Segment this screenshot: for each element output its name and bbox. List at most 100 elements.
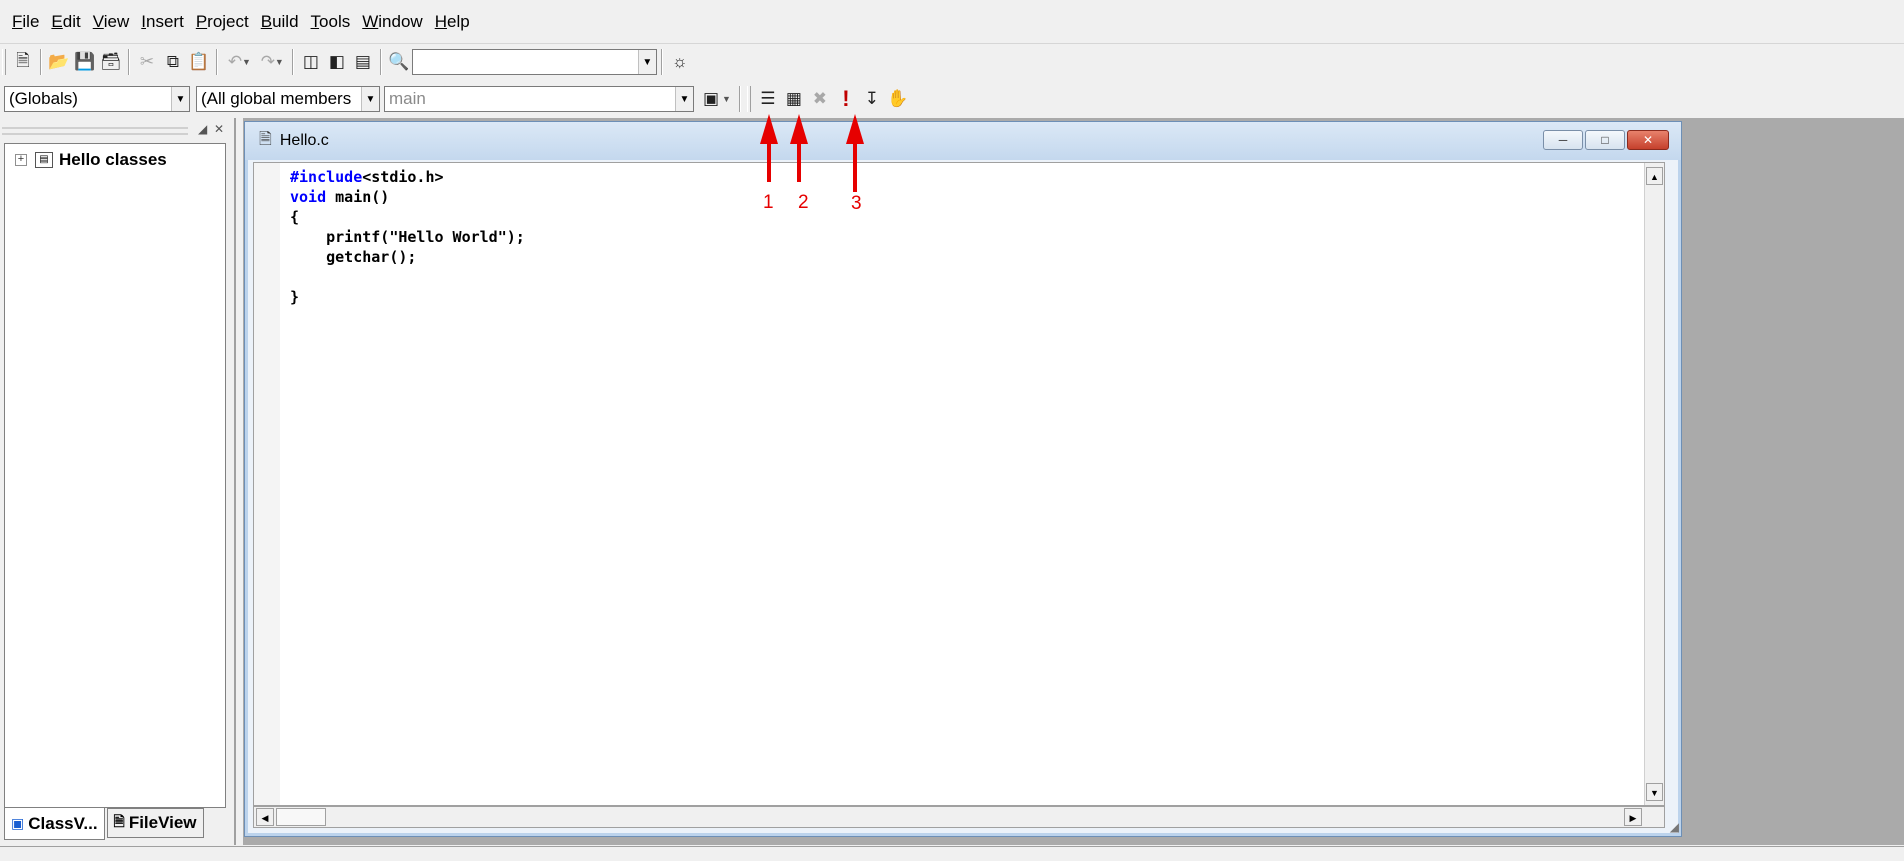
scroll-down-icon[interactable]: ▼	[1646, 783, 1663, 801]
maximize-button[interactable]: □	[1585, 130, 1625, 150]
source-code[interactable]: #include<stdio.h> void main(){ printf("He…	[290, 167, 525, 307]
menu-insert[interactable]: Insert	[135, 7, 190, 37]
menu-help[interactable]: Help	[429, 7, 476, 37]
breakpoint-hand-icon[interactable]: ✋	[885, 85, 911, 113]
code-keyword: #include	[290, 168, 363, 186]
code-editor[interactable]: #include<stdio.h> void main(){ printf("He…	[253, 162, 1665, 806]
code-keyword: void	[290, 188, 327, 206]
annotation-label: 2	[798, 192, 809, 213]
code-line[interactable]	[290, 267, 525, 287]
annotation-label: 1	[763, 192, 774, 213]
horizontal-scrollbar[interactable]: ◀ ▶	[253, 806, 1665, 828]
workspace-pane-caption: ◢ ✕	[2, 122, 228, 138]
classes-icon: ▤	[35, 152, 53, 168]
find-combo[interactable]: ▼	[411, 49, 657, 75]
class-tree: + ▤ Hello classes	[4, 143, 226, 808]
paste-icon[interactable]: 📋	[186, 48, 212, 76]
window-list-icon[interactable]: ▤	[350, 48, 376, 76]
window-buttons: ─ □ ✕	[1541, 130, 1669, 150]
pane-grip[interactable]	[2, 127, 188, 135]
member-combo-value: main	[389, 89, 426, 108]
menu-tools[interactable]: Tools	[305, 7, 357, 37]
menu-file[interactable]: File	[6, 7, 45, 37]
resize-grip-icon[interactable]: ◢	[1670, 820, 1679, 834]
menu-bar: File Edit View Insert Project Build Tool…	[0, 0, 1904, 44]
menu-build[interactable]: Build	[255, 7, 305, 37]
scroll-right-icon[interactable]: ▶	[1624, 808, 1642, 826]
code-text: }	[290, 288, 300, 306]
toolbar-grip[interactable]	[2, 49, 6, 75]
chevron-down-icon[interactable]: ▼	[361, 87, 379, 111]
editor-title: Hello.c	[279, 132, 329, 149]
find-in-files-icon[interactable]: 🔍	[386, 48, 412, 76]
menu-view[interactable]: View	[87, 7, 136, 37]
class-combo[interactable]: (Globals) ▼	[4, 86, 190, 112]
code-line[interactable]: getchar();	[290, 247, 525, 267]
expand-plus-icon[interactable]: +	[15, 154, 27, 166]
standard-toolbar: 🗎 📂 💾 🗃 ✂ ⧉ 📋 ↶ ▼ ↷ ▼ ◫ ◧ ▤ 🔍 ▼ ☼	[0, 45, 760, 79]
chevron-down-icon[interactable]: ▼	[637, 50, 656, 74]
cut-icon[interactable]: ✂	[134, 48, 160, 76]
vertical-scrollbar[interactable]: ▲ ▼	[1644, 163, 1664, 805]
filter-combo[interactable]: (All global members ▼	[196, 86, 380, 112]
toolbar-separator	[738, 86, 741, 112]
toolbar-separator	[40, 49, 42, 75]
scroll-left-icon[interactable]: ◀	[256, 808, 274, 826]
close-button[interactable]: ✕	[1627, 130, 1669, 150]
toolbar-separator	[216, 49, 218, 75]
tab-fileview-label: FileView	[128, 813, 197, 832]
stop-build-icon[interactable]: ✖	[807, 85, 833, 113]
menu-project[interactable]: Project	[190, 7, 255, 37]
code-line[interactable]: }	[290, 287, 525, 307]
chevron-down-icon[interactable]: ▼	[171, 87, 189, 111]
document-icon: 🗎	[259, 130, 272, 148]
member-combo[interactable]: main ▼	[384, 86, 694, 112]
code-text: <stdio.h>	[362, 168, 444, 186]
output-window-icon[interactable]: ◧	[324, 48, 350, 76]
copy-icon[interactable]: ⧉	[160, 48, 186, 76]
wizard-toolbar: (Globals) ▼ (All global members ▼ main ▼…	[0, 82, 935, 116]
go-debug-icon[interactable]: ↧	[859, 85, 885, 113]
annotation-label: 3	[851, 193, 862, 214]
save-all-icon[interactable]: 🗃	[98, 48, 124, 76]
code-text: {	[290, 208, 300, 226]
code-line[interactable]: void main()	[290, 187, 525, 207]
menu-window[interactable]: Window	[356, 7, 428, 37]
scroll-thumb[interactable]	[276, 808, 326, 826]
undo-dropdown-icon[interactable]: ▼	[242, 57, 251, 67]
tab-classview-label: ClassV...	[28, 813, 98, 833]
wizard-action-icon[interactable]: ▣	[698, 85, 724, 113]
workspace-window-icon[interactable]: ◫	[298, 48, 324, 76]
chevron-down-icon[interactable]: ▼	[675, 87, 693, 111]
scroll-up-icon[interactable]: ▲	[1646, 167, 1663, 185]
toolbar-separator	[379, 49, 382, 75]
toolbar-separator	[660, 49, 663, 75]
execute-icon[interactable]: !	[833, 85, 859, 113]
compile-icon[interactable]: ☰	[755, 85, 781, 113]
toolbar-grip[interactable]	[746, 86, 751, 112]
redo-dropdown-icon[interactable]: ▼	[275, 57, 284, 67]
open-folder-icon[interactable]: 📂	[46, 48, 72, 76]
fileview-icon: 🗎	[113, 813, 125, 829]
editor-titlebar[interactable]: 🗎 Hello.c ─ □ ✕	[245, 122, 1681, 160]
code-line[interactable]: #include<stdio.h>	[290, 167, 525, 187]
save-icon[interactable]: 💾	[72, 48, 98, 76]
find-binoculars-icon[interactable]: ☼	[667, 48, 693, 76]
code-text: printf("Hello World");	[290, 228, 525, 246]
tree-item-root[interactable]: + ▤ Hello classes	[15, 150, 167, 170]
wizard-action-dropdown-icon[interactable]: ▼	[722, 94, 731, 104]
annotation-arrow	[797, 140, 801, 182]
code-line[interactable]: {	[290, 207, 525, 227]
code-line[interactable]: printf("Hello World");	[290, 227, 525, 247]
editor-window: 🗎 Hello.c ─ □ ✕ #include<stdio.h> void ma…	[244, 121, 1682, 837]
pane-dock-icon[interactable]: ◢	[198, 122, 207, 136]
menu-edit[interactable]: Edit	[45, 7, 86, 37]
minimize-button[interactable]: ─	[1543, 130, 1583, 150]
new-text-file-icon[interactable]: 🗎	[10, 48, 36, 76]
code-text: main()	[326, 188, 390, 206]
tab-fileview[interactable]: 🗎 FileView	[106, 808, 204, 838]
pane-close-icon[interactable]: ✕	[214, 122, 224, 136]
tab-classview[interactable]: ▣ ClassV...	[4, 808, 105, 840]
build-icon[interactable]: ▦	[781, 85, 807, 113]
